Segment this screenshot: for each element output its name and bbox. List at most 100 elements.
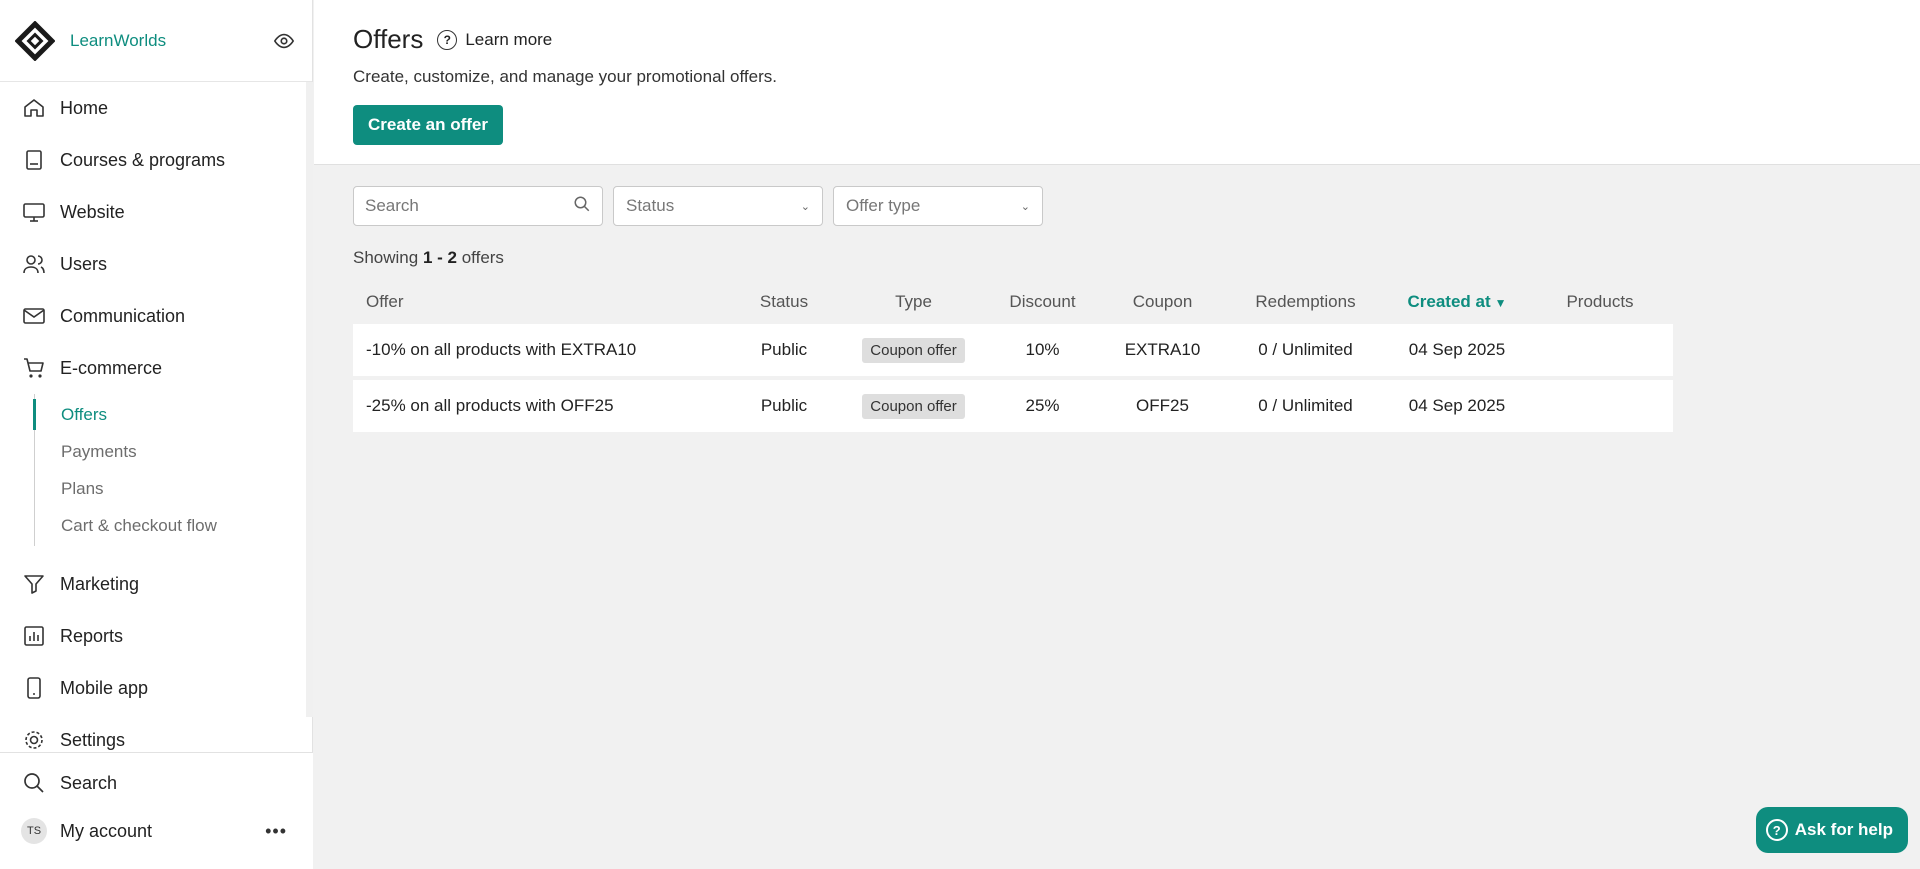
column-header-coupon[interactable]: Coupon bbox=[1101, 292, 1224, 312]
funnel-icon bbox=[21, 571, 47, 597]
sidebar-item-settings[interactable]: Settings bbox=[0, 714, 306, 752]
learnworlds-logo-icon[interactable] bbox=[14, 20, 56, 62]
sidebar-item-courses[interactable]: Courses & programs bbox=[0, 134, 306, 186]
search-icon[interactable] bbox=[573, 195, 591, 218]
offer-coupon: EXTRA10 bbox=[1124, 340, 1201, 359]
search-icon bbox=[21, 770, 47, 796]
ecommerce-submenu: Offers Payments Plans Cart & checkout fl… bbox=[33, 394, 306, 546]
offers-table: Offer Status Type Discount Coupon Redemp… bbox=[353, 284, 1673, 432]
offer-discount: 25% bbox=[1025, 396, 1060, 415]
phone-icon bbox=[21, 675, 47, 701]
sidebar-item-home[interactable]: Home bbox=[0, 82, 306, 134]
sidebar-item-label: Website bbox=[60, 201, 125, 222]
offer-type-badge: Coupon offer bbox=[862, 337, 965, 363]
sort-desc-icon: ▼ bbox=[1494, 296, 1507, 310]
sidebar: LearnWorlds Home Courses & programs Webs… bbox=[0, 0, 313, 869]
gear-icon bbox=[21, 727, 47, 752]
sidebar-scrollbar[interactable] bbox=[306, 82, 313, 717]
sidebar-item-label: Marketing bbox=[60, 573, 140, 594]
column-header-products[interactable]: Products bbox=[1527, 292, 1673, 312]
column-header-discount[interactable]: Discount bbox=[984, 292, 1101, 312]
ask-for-help-label: Ask for help bbox=[1794, 820, 1893, 839]
table-row[interactable]: -10% on all products with EXTRA10 Public… bbox=[353, 324, 1673, 376]
learn-more-link[interactable]: ? Learn more bbox=[437, 29, 553, 50]
brand-bar: LearnWorlds bbox=[0, 0, 312, 82]
status-filter-placeholder: Status bbox=[626, 196, 675, 215]
sidebar-item-label: Mobile app bbox=[60, 677, 149, 698]
offer-discount: 10% bbox=[1025, 340, 1060, 359]
offer-status: Public bbox=[760, 340, 808, 359]
offer-created-at: 04 Sep 2025 bbox=[1408, 396, 1506, 415]
sidebar-nav: Home Courses & programs Website Users Co… bbox=[0, 82, 306, 752]
home-icon bbox=[21, 95, 47, 121]
column-header-created-at-label: Created at bbox=[1407, 292, 1491, 311]
avatar: TS bbox=[21, 818, 47, 844]
cart-icon bbox=[21, 355, 47, 381]
sidebar-item-reports[interactable]: Reports bbox=[0, 610, 306, 662]
sidebar-subitem-plans[interactable]: Plans bbox=[35, 470, 306, 507]
ask-for-help-button[interactable]: ? Ask for help bbox=[1755, 807, 1908, 853]
column-header-status[interactable]: Status bbox=[725, 292, 843, 312]
help-circle-icon: ? bbox=[1765, 819, 1788, 841]
create-offer-button[interactable]: Create an offer bbox=[353, 105, 503, 145]
column-header-type[interactable]: Type bbox=[843, 292, 984, 312]
showing-range: 1 - 2 bbox=[422, 248, 457, 267]
status-filter-select[interactable]: Status ⌄ bbox=[613, 186, 823, 226]
offer-type-filter-select[interactable]: Offer type ⌄ bbox=[833, 186, 1043, 226]
offer-type-badge: Coupon offer bbox=[862, 393, 965, 419]
offer-status: Public bbox=[760, 396, 808, 415]
page-header: Offers ? Learn more Create, customize, a… bbox=[314, 0, 1920, 165]
column-header-created-at[interactable]: Created at ▼ bbox=[1387, 292, 1527, 312]
offer-name[interactable]: -10% on all products with EXTRA10 bbox=[353, 340, 725, 360]
book-icon bbox=[21, 147, 47, 173]
sidebar-item-label: Home bbox=[60, 97, 109, 118]
sidebar-subitem-payments[interactable]: Payments bbox=[35, 433, 306, 470]
chart-icon bbox=[21, 623, 47, 649]
sidebar-item-communication[interactable]: Communication bbox=[0, 290, 306, 342]
sidebar-item-label: Communication bbox=[60, 305, 186, 326]
sidebar-my-account[interactable]: TS My account ••• bbox=[0, 807, 313, 855]
learn-more-label: Learn more bbox=[465, 29, 553, 49]
column-header-offer[interactable]: Offer bbox=[353, 292, 725, 312]
users-icon bbox=[21, 251, 47, 277]
sidebar-bottom: Search TS My account ••• bbox=[0, 752, 313, 869]
chevron-down-icon: ⌄ bbox=[800, 200, 810, 213]
sidebar-search[interactable]: Search bbox=[0, 759, 313, 807]
sidebar-item-label: Reports bbox=[60, 625, 124, 646]
sidebar-item-users[interactable]: Users bbox=[0, 238, 306, 290]
offer-redemptions: 0 / Unlimited bbox=[1258, 396, 1353, 415]
more-options-icon[interactable]: ••• bbox=[265, 821, 287, 842]
sidebar-subitem-offers[interactable]: Offers bbox=[33, 396, 306, 433]
mail-icon bbox=[21, 303, 47, 329]
offer-redemptions: 0 / Unlimited bbox=[1258, 340, 1353, 359]
sidebar-item-ecommerce[interactable]: E-commerce bbox=[0, 342, 306, 394]
search-input[interactable] bbox=[365, 196, 573, 216]
help-circle-icon: ? bbox=[437, 29, 458, 50]
eye-icon[interactable] bbox=[272, 29, 296, 53]
sidebar-item-marketing[interactable]: Marketing bbox=[0, 558, 306, 610]
sidebar-search-label: Search bbox=[60, 772, 118, 793]
table-row[interactable]: -25% on all products with OFF25 Public C… bbox=[353, 380, 1673, 432]
showing-suffix: offers bbox=[461, 248, 504, 267]
table-header: Offer Status Type Discount Coupon Redemp… bbox=[353, 284, 1673, 320]
column-header-redemptions[interactable]: Redemptions bbox=[1224, 292, 1387, 312]
sidebar-item-mobile-app[interactable]: Mobile app bbox=[0, 662, 306, 714]
sidebar-subitem-cart-checkout[interactable]: Cart & checkout flow bbox=[35, 507, 306, 544]
offer-created-at: 04 Sep 2025 bbox=[1408, 340, 1506, 359]
offer-coupon: OFF25 bbox=[1136, 396, 1189, 415]
sidebar-item-label: Users bbox=[60, 253, 108, 274]
showing-prefix: Showing bbox=[353, 248, 419, 267]
sidebar-item-website[interactable]: Website bbox=[0, 186, 306, 238]
sidebar-item-label: E-commerce bbox=[60, 357, 163, 378]
offer-type-cell: Coupon offer bbox=[843, 393, 984, 419]
sidebar-item-label: Settings bbox=[60, 729, 126, 750]
main-content: Offers ? Learn more Create, customize, a… bbox=[314, 0, 1920, 869]
filters-bar: Status ⌄ Offer type ⌄ bbox=[353, 186, 1043, 226]
chevron-down-icon: ⌄ bbox=[1020, 200, 1030, 213]
offer-name[interactable]: -25% on all products with OFF25 bbox=[353, 396, 725, 416]
page-title: Offers bbox=[353, 24, 424, 54]
search-field[interactable] bbox=[353, 186, 603, 226]
monitor-icon bbox=[21, 199, 47, 225]
brand-name[interactable]: LearnWorlds bbox=[70, 31, 272, 51]
offer-type-cell: Coupon offer bbox=[843, 337, 984, 363]
